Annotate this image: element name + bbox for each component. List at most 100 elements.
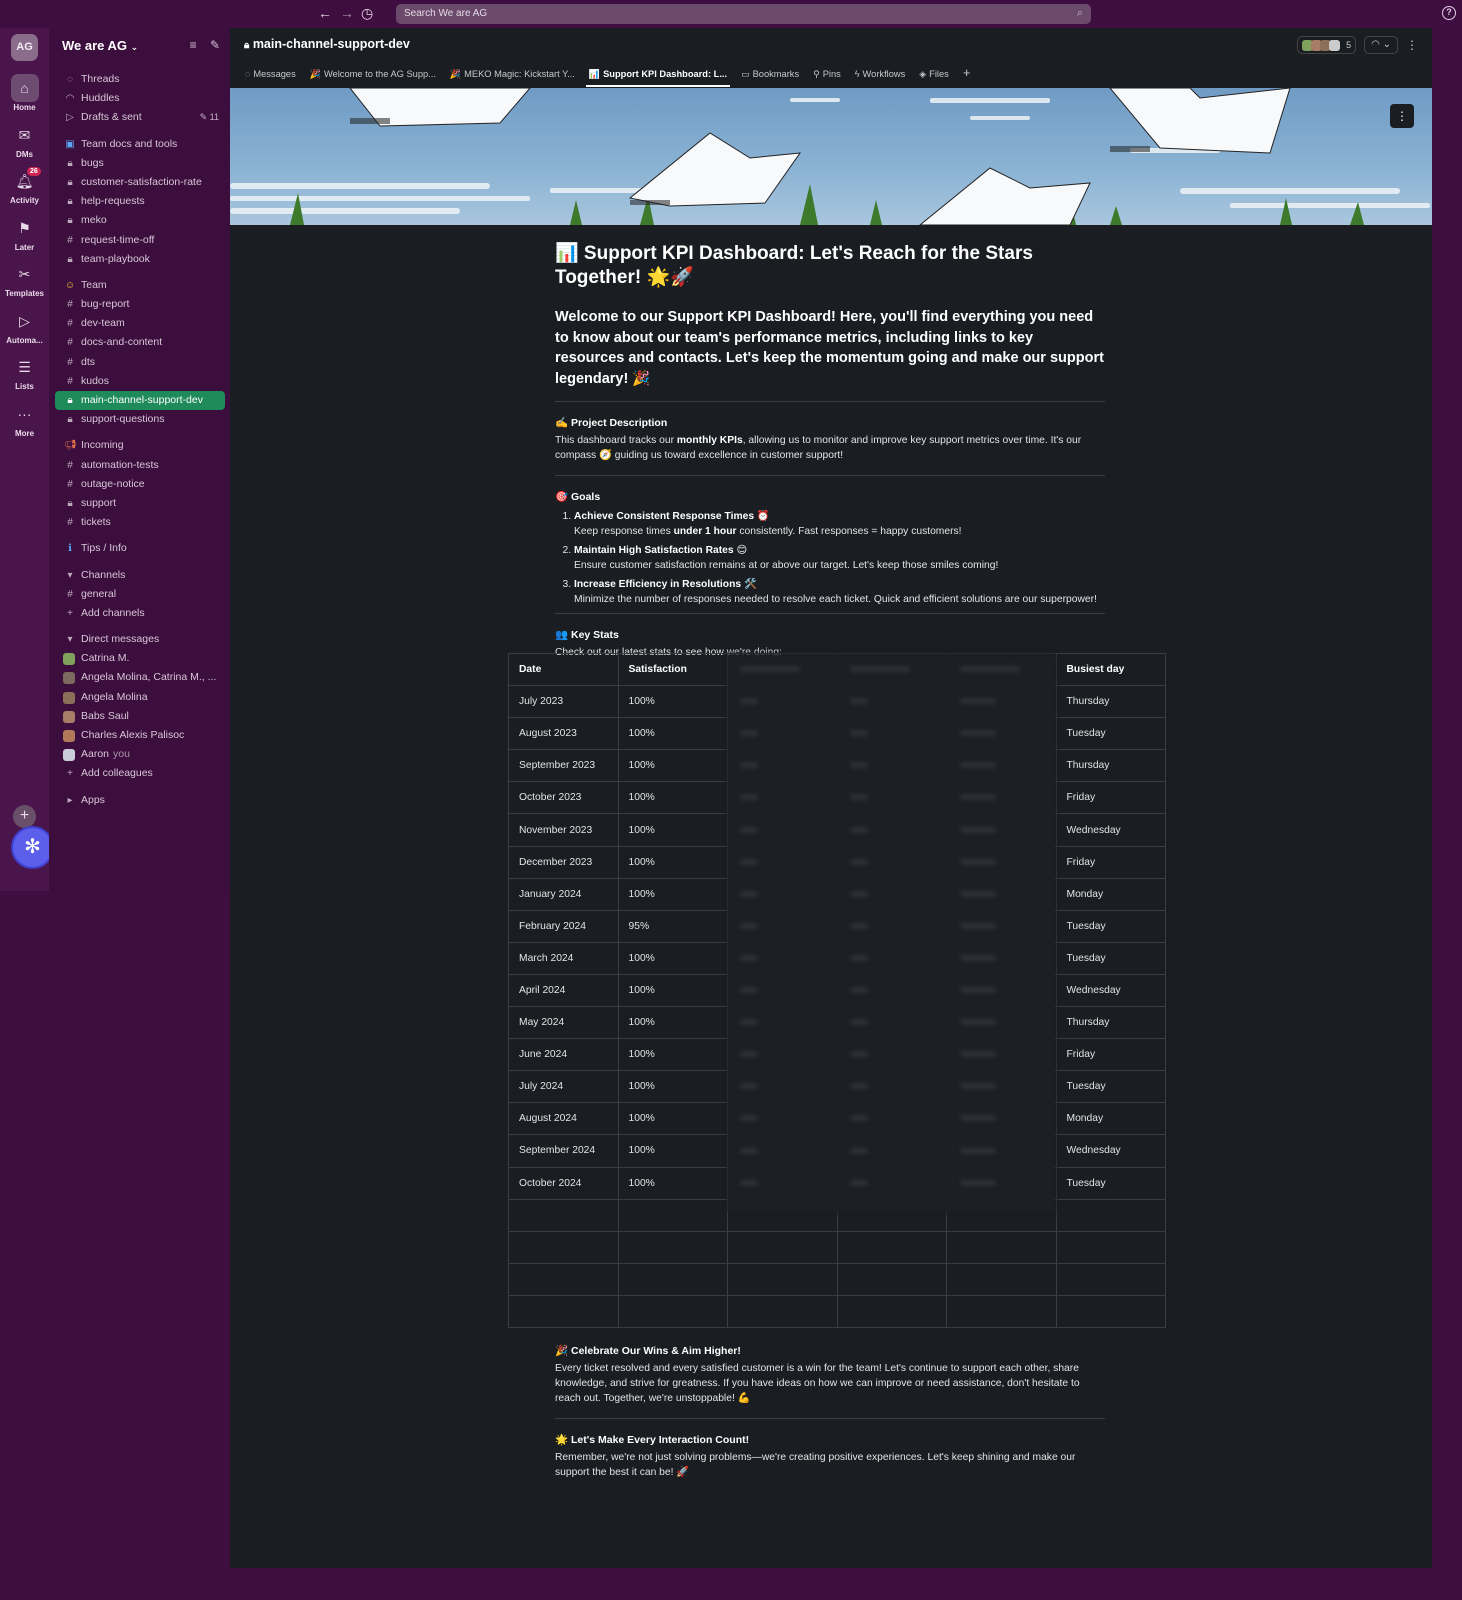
cell-date: October 2024 [508, 1166, 619, 1200]
redacted-value [960, 794, 996, 801]
empty-cell [1055, 1198, 1166, 1232]
cell-date: February 2024 [508, 909, 619, 943]
sidebar-item-drafts[interactable]: ▷ Drafts & sent ✎ 11 [55, 108, 225, 127]
tab-bookmarks[interactable]: ▭ Bookmarks [734, 63, 806, 86]
rail-later[interactable]: ⚑ Later [0, 214, 49, 252]
sidebar-item-threads[interactable]: ◌ Threads [55, 70, 225, 89]
hash-icon: # [67, 517, 73, 529]
tab-files[interactable]: ◈ Files [912, 63, 956, 86]
caret-right-icon: ▸ [67, 794, 73, 806]
hash-icon: # [67, 588, 73, 600]
sidebar-item-tips[interactable]: ℹ Tips / Info [55, 539, 225, 558]
forward-arrow-icon[interactable]: → [340, 5, 354, 21]
sidebar-channel[interactable]: 🔒︎ bugs [55, 154, 225, 173]
plus-icon: + [67, 607, 73, 619]
dm-item[interactable]: Angela Molina, Catrina M., ... [55, 668, 225, 687]
add-colleagues-button[interactable]: + Add colleagues [55, 764, 225, 783]
history-icon[interactable]: ◷ [361, 5, 373, 21]
compose-icon[interactable]: ✎ [210, 38, 220, 52]
rail-automations[interactable]: ▷ Automa... [0, 307, 49, 345]
dm-item[interactable]: Babs Saul [55, 707, 225, 726]
sidebar-channel[interactable]: 🔒︎ meko [55, 211, 225, 230]
filter-icon[interactable]: ≡ [190, 38, 197, 52]
rail-home[interactable]: ⌂ Home [0, 74, 49, 112]
sidebar-channel[interactable]: 🔒︎ support-questions [55, 410, 225, 429]
rail-activity[interactable]: 🔔︎ 26 Activity [0, 167, 49, 205]
sidebar-channel[interactable]: # dev-team [55, 314, 225, 333]
empty-cell [946, 1294, 1057, 1328]
channel-title[interactable]: 🔒︎ main-channel-support-dev [244, 37, 410, 51]
cell-busiest-day: Wednesday [1055, 1134, 1166, 1168]
assistant-button[interactable]: ✻ [13, 828, 52, 867]
section-title: 👥 Key Stats [555, 629, 619, 641]
cell-busiest-day: Friday [1055, 1038, 1166, 1072]
sidebar-channel-active[interactable]: 🔒︎ main-channel-support-dev [55, 391, 225, 411]
tab-welcome-canvas[interactable]: 🎉 Welcome to the AG Supp... [303, 63, 443, 86]
sidebar-item-incoming[interactable]: 📢︎ Incoming [55, 436, 225, 455]
sidebar-channel[interactable]: 🔒︎ customer-satisfaction-rate [55, 173, 225, 192]
sidebar-channel[interactable]: 🔒︎ support [55, 494, 225, 513]
tab-messages[interactable]: ◌ Messages [238, 63, 303, 85]
redacted-value [850, 1051, 868, 1058]
dm-item[interactable]: Angela Molina [55, 688, 225, 707]
sidebar-channel[interactable]: # request-time-off [55, 231, 225, 250]
sidebar-channel[interactable]: # outage-notice [55, 475, 225, 494]
workspace-name[interactable]: We are AG ⌄ [62, 38, 138, 53]
sidebar-item-huddles[interactable]: ◠ Huddles [55, 89, 225, 108]
sidebar-channel[interactable]: # dts [55, 353, 225, 372]
redacted-value [740, 762, 758, 769]
section-title: 🌟 Let's Make Every Interaction Count! [555, 1434, 750, 1446]
dm-item[interactable]: Charles Alexis Palisoc [55, 726, 225, 745]
tab-pins[interactable]: ⚲ Pins [806, 63, 848, 86]
sidebar-item-team-docs[interactable]: ▣ Team docs and tools [55, 135, 225, 154]
top-bar: ← → ◷ Search We are AG ⌕ ? [0, 0, 1462, 28]
add-tab-button[interactable]: + [956, 63, 978, 86]
sidebar-channel[interactable]: # tickets [55, 513, 225, 532]
add-channels-button[interactable]: + Add channels [55, 604, 225, 623]
sidebar-channel[interactable]: # bug-report [55, 295, 225, 314]
empty-cell [617, 1294, 728, 1328]
chevron-down-icon: ⌄ [1382, 39, 1391, 50]
back-arrow-icon[interactable]: ← [318, 5, 332, 21]
apps-section-header[interactable]: ▸ Apps [55, 791, 225, 810]
sidebar-channel[interactable]: 🔒︎ help-requests [55, 192, 225, 211]
rail-lists[interactable]: ☰ Lists [0, 353, 49, 391]
sidebar-channel[interactable]: # general [55, 585, 225, 604]
cell-date: December 2023 [508, 845, 619, 879]
search-input[interactable]: Search We are AG ⌕ [396, 4, 1091, 24]
canvas-banner: ⋮ [230, 88, 1432, 225]
cell-busiest-day: Tuesday [1055, 941, 1166, 975]
dm-item-self[interactable]: Aaron you [55, 745, 225, 764]
huddle-button[interactable]: ◠ ⌄ [1364, 36, 1398, 54]
cell-busiest-day: Thursday [1055, 685, 1166, 719]
avatar [63, 653, 75, 666]
rail-more[interactable]: ··· More [0, 400, 49, 438]
dm-item[interactable]: Catrina M. [55, 649, 225, 668]
help-icon[interactable]: ? [1442, 6, 1456, 20]
tab-workflows[interactable]: ϟ Workflows [848, 63, 912, 85]
workspace-icon[interactable]: AG [11, 34, 38, 61]
dm-icon: ✉ [18, 127, 31, 143]
sidebar-channel[interactable]: 🔒︎ team-playbook [55, 250, 225, 269]
sidebar-channel[interactable]: # docs-and-content [55, 333, 225, 352]
cell-date: November 2023 [508, 813, 619, 847]
more-vertical-icon[interactable]: ⋮ [1406, 38, 1418, 52]
dm-section-header[interactable]: ▾ Direct messages [55, 630, 225, 649]
rail-templates[interactable]: ✂ Templates [0, 260, 49, 298]
rail-dms[interactable]: ✉ DMs [0, 121, 49, 159]
members-button[interactable]: 5 [1297, 36, 1357, 54]
redacted-value [740, 730, 758, 737]
sidebar-item-team[interactable]: ☺ Team [55, 276, 225, 295]
tab-kpi-dashboard[interactable]: 📊 Support KPI Dashboard: L... [582, 63, 734, 87]
sidebar-channel[interactable]: # kudos [55, 372, 225, 391]
tab-meko-canvas[interactable]: 🎉 MEKO Magic: Kickstart Y... [443, 63, 582, 86]
add-workspace-button[interactable]: + [13, 805, 36, 828]
sidebar-channel[interactable]: # automation-tests [55, 456, 225, 475]
rail-label: Automa... [6, 336, 43, 345]
redacted-value [850, 730, 868, 737]
lock-icon: 🔒︎ [67, 395, 73, 406]
channels-section-header[interactable]: ▾ Channels [55, 566, 225, 585]
more-dots-icon: ··· [17, 406, 32, 422]
redacted-value [740, 1179, 758, 1186]
banner-more-button[interactable]: ⋮ [1390, 104, 1414, 128]
